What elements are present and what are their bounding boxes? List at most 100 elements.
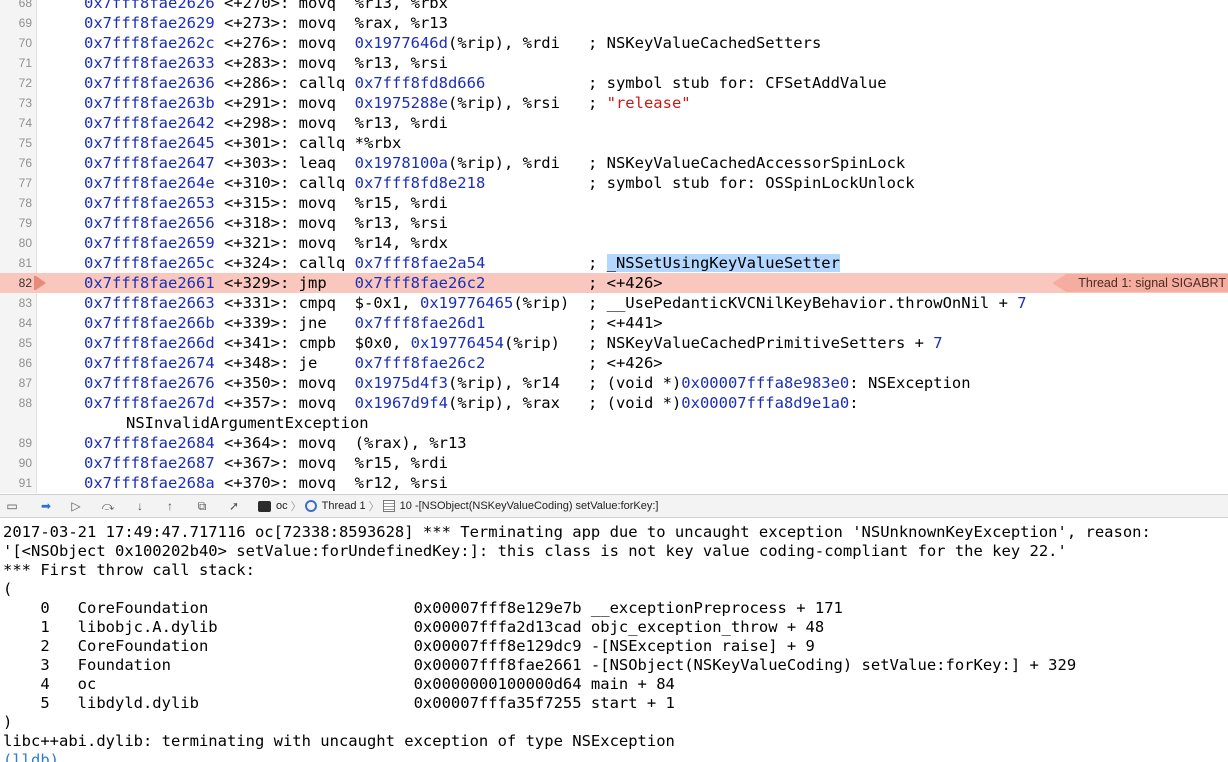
hide-debug-area-button[interactable]: ▭: [2, 497, 22, 515]
instruction-row[interactable]: 68 0x7fff8fae2626 <+270>: movq %r13, %rbx: [0, 0, 1228, 13]
instruction-row[interactable]: 90 0x7fff8fae2687 <+367>: movq %r15, %rdi: [0, 453, 1228, 473]
instruction-mnemonic: movq: [298, 94, 355, 112]
line-number: 75: [18, 136, 32, 150]
instruction-offset: <+341>:: [214, 334, 299, 352]
console-line: (: [3, 580, 13, 598]
line-number: 77: [18, 176, 32, 190]
console-line: '[<NSObject 0x100202b40> setValue:forUnd…: [3, 542, 1067, 560]
instruction-address: 0x7fff8fae2633: [84, 54, 215, 72]
instruction-row[interactable]: NSInvalidArgumentException: [0, 413, 1228, 433]
instruction-operand: (%rip), %rdi: [447, 34, 560, 52]
breadcrumb-thread[interactable]: Thread 1: [322, 500, 366, 512]
instruction-comment: <+426>: [606, 274, 663, 292]
instruction-comment: NSKeyValueCachedPrimitiveSetters +: [606, 334, 934, 352]
instruction-comment: (void *): [606, 374, 682, 392]
instruction-address: 0x7fff8fae2684: [84, 434, 215, 452]
instruction-text: 0x7fff8fae2684 <+364>: movq (%rax), %r13: [84, 433, 467, 453]
line-number: 84: [18, 316, 32, 330]
instruction-row[interactable]: 77 0x7fff8fae264e <+310>: callq 0x7fff8fd…: [0, 173, 1228, 193]
instruction-offset: <+315>:: [214, 194, 299, 212]
line-number: 70: [18, 36, 32, 50]
instruction-row[interactable]: 75 0x7fff8fae2645 <+301>: callq *%rbx: [0, 133, 1228, 153]
instruction-text: 0x7fff8fae2629 <+273>: movq %rax, %r13: [84, 13, 448, 33]
instruction-operand: 0x19776465: [419, 294, 514, 312]
instruction-row[interactable]: 79 0x7fff8fae2656 <+318>: movq %r13, %rsi: [0, 213, 1228, 233]
instruction-comment: NSKeyValueCachedAccessorSpinLock: [606, 154, 906, 172]
current-instruction-row[interactable]: 82 0x7fff8fae2661 <+329>: jmp 0x7fff8fae2…: [0, 273, 1228, 293]
instruction-operand: 0x1975288e: [354, 94, 448, 112]
instruction-row[interactable]: 84 0x7fff8fae266b <+339>: jne 0x7fff8fae2…: [0, 313, 1228, 333]
program-counter-icon[interactable]: [34, 276, 46, 290]
breadcrumb-app[interactable]: oc: [276, 500, 288, 512]
instruction-offset: <+364>:: [214, 434, 299, 452]
instruction-address: 0x7fff8fae267d: [84, 394, 215, 412]
step-into-button[interactable]: ↓: [130, 497, 150, 515]
instruction-row[interactable]: 86 0x7fff8fae2674 <+348>: je 0x7fff8fae26…: [0, 353, 1228, 373]
lldb-prompt[interactable]: (lldb): [3, 751, 59, 762]
instruction-row[interactable]: 81 0x7fff8fae265c <+324>: callq 0x7fff8fa…: [0, 253, 1228, 273]
instruction-offset: <+273>:: [214, 14, 299, 32]
instruction-row[interactable]: 74 0x7fff8fae2642 <+298>: movq %r13, %rdi: [0, 113, 1228, 133]
instruction-mnemonic: movq: [298, 434, 355, 452]
instruction-text: 0x7fff8fae2663 <+331>: cmpq $-0x1, 0x197…: [84, 293, 1027, 313]
instruction-row[interactable]: 83 0x7fff8fae2663 <+331>: cmpq $-0x1, 0x1…: [0, 293, 1228, 313]
signal-badge: Thread 1: signal SIGABRT: [1052, 274, 1228, 292]
instruction-text: 0x7fff8fae266d <+341>: cmpb $0x0, 0x1977…: [84, 333, 943, 353]
instruction-address: 0x7fff8fae2659: [84, 234, 215, 252]
console-line: 1 libobjc.A.dylib 0x00007fffa2d13cad obj…: [3, 618, 825, 636]
instruction-offset: <+350>:: [214, 374, 299, 392]
instruction-row[interactable]: 91 0x7fff8fae268a <+370>: movq %r12, %rsi: [0, 473, 1228, 493]
disassembly-editor[interactable]: 68 0x7fff8fae2626 <+270>: movq %r13, %rbx…: [0, 0, 1228, 493]
instruction-comment: 0x00007fffa8e983e0: [681, 374, 850, 392]
instruction-address: 0x7fff8fae2653: [84, 194, 215, 212]
instruction-mnemonic: movq: [298, 34, 355, 52]
instruction-row[interactable]: 72 0x7fff8fae2636 <+286>: callq 0x7fff8fd…: [0, 73, 1228, 93]
instruction-row[interactable]: 89 0x7fff8fae2684 <+364>: movq (%rax), %r…: [0, 433, 1228, 453]
debug-view-hierarchy-button[interactable]: ⧉: [192, 497, 212, 515]
instruction-comment: <+441>: [606, 314, 663, 332]
console-output[interactable]: 2017-03-21 17:49:47.717116 oc[72338:8593…: [0, 518, 1228, 762]
comment-continuation: NSInvalidArgumentException: [126, 414, 369, 432]
instruction-row[interactable]: 88 0x7fff8fae267d <+357>: movq 0x1967d9f4…: [0, 393, 1228, 413]
instruction-offset: <+286>:: [214, 74, 299, 92]
instruction-comment: 0x00007fffa8d9e1a0: [681, 394, 850, 412]
instruction-text: 0x7fff8fae2633 <+283>: movq %r13, %rsi: [84, 53, 448, 73]
instruction-comment: 7: [933, 334, 943, 352]
breakpoints-toggle-button[interactable]: ➡: [36, 497, 56, 515]
instruction-offset: <+339>:: [214, 314, 299, 332]
line-number: 89: [18, 436, 32, 450]
instruction-comment: : NSException: [849, 374, 971, 392]
instruction-row[interactable]: 80 0x7fff8fae2659 <+321>: movq %r14, %rdx: [0, 233, 1228, 253]
instruction-mnemonic: movq: [298, 54, 355, 72]
step-out-button[interactable]: ↑: [160, 497, 180, 515]
instruction-text: 0x7fff8fae2659 <+321>: movq %r14, %rdx: [84, 233, 448, 253]
instruction-mnemonic: callq: [298, 134, 355, 152]
instruction-row[interactable]: 69 0x7fff8fae2629 <+273>: movq %rax, %r13: [0, 13, 1228, 33]
chevron-right-icon: 〉: [290, 501, 302, 513]
breadcrumb-frame[interactable]: 10 -[NSObject(NSKeyValueCoding) setValue…: [400, 500, 659, 512]
instruction-text: 0x7fff8fae2676 <+350>: movq 0x1975d4f3(%…: [84, 373, 971, 393]
instruction-row[interactable]: 78 0x7fff8fae2653 <+315>: movq %r15, %rdi: [0, 193, 1228, 213]
instruction-row[interactable]: 73 0x7fff8fae263b <+291>: movq 0x1975288e…: [0, 93, 1228, 113]
instruction-address: 0x7fff8fae263b: [84, 94, 215, 112]
instruction-address: 0x7fff8fae2663: [84, 294, 215, 312]
comment-marker: ;: [559, 94, 607, 112]
instruction-offset: <+270>:: [214, 0, 299, 12]
instruction-operand: 0x7fff8fae2a54: [354, 254, 486, 272]
comment-marker: ;: [485, 274, 607, 292]
instruction-operand: 0x1977646d: [354, 34, 448, 52]
instruction-row[interactable]: 71 0x7fff8fae2633 <+283>: movq %r13, %rsi: [0, 53, 1228, 73]
instruction-text: 0x7fff8fae262c <+276>: movq 0x1977646d(%…: [84, 33, 821, 53]
instruction-operand: *%rbx: [354, 134, 402, 152]
simulate-location-button[interactable]: ➚: [224, 497, 244, 515]
step-over-button[interactable]: ⤼: [98, 497, 118, 515]
continue-button[interactable]: ▷: [66, 497, 86, 515]
instruction-text: 0x7fff8fae2636 <+286>: callq 0x7fff8fd8d…: [84, 73, 887, 93]
instruction-mnemonic: movq: [298, 0, 355, 12]
instruction-row[interactable]: 87 0x7fff8fae2676 <+350>: movq 0x1975d4f3…: [0, 373, 1228, 393]
instruction-row[interactable]: 70 0x7fff8fae262c <+276>: movq 0x1977646d…: [0, 33, 1228, 53]
instruction-row[interactable]: 85 0x7fff8fae266d <+341>: cmpb $0x0, 0x19…: [0, 333, 1228, 353]
instruction-address: 0x7fff8fae2656: [84, 214, 215, 232]
instruction-row[interactable]: 76 0x7fff8fae2647 <+303>: leaq 0x1978100a…: [0, 153, 1228, 173]
instruction-offset: <+329>:: [214, 274, 299, 292]
